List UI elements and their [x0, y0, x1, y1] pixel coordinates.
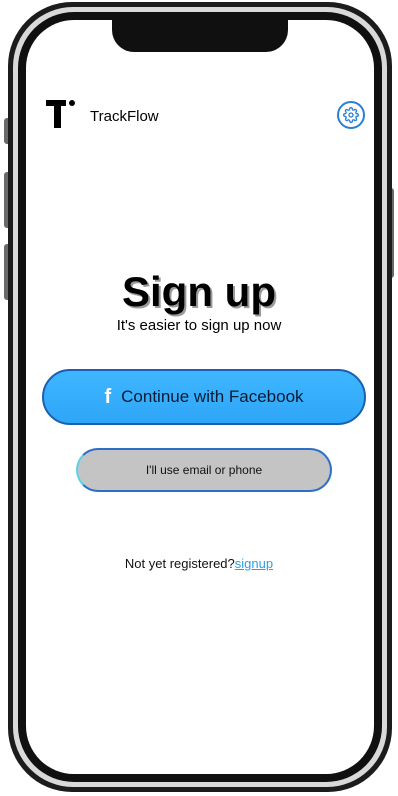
- facebook-button-label: Continue with Facebook: [121, 387, 304, 406]
- register-prompt: Not yet registered?signup: [0, 556, 398, 572]
- continue-with-facebook-button[interactable]: f Continue with Facebook: [42, 369, 366, 425]
- trackflow-logo-icon: [46, 100, 76, 128]
- page-title: Sign up: [122, 268, 276, 315]
- email-button-label: I'll use email or phone: [145, 463, 263, 477]
- settings-button[interactable]: [337, 101, 365, 129]
- facebook-icon: f: [104, 386, 112, 408]
- email-or-phone-button[interactable]: I'll use email or phone: [76, 448, 332, 492]
- register-prompt-text: Not yet registered?: [124, 556, 235, 571]
- brand-name: TrackFlow: [90, 108, 159, 125]
- phone-notch: [112, 20, 288, 52]
- page-subtitle: It's easier to sign up now: [116, 317, 282, 334]
- signup-link[interactable]: signup: [235, 556, 273, 571]
- phone-mockup: TrackFlow Sign up It's easier to sign up…: [0, 0, 398, 796]
- gear-icon: [343, 107, 359, 123]
